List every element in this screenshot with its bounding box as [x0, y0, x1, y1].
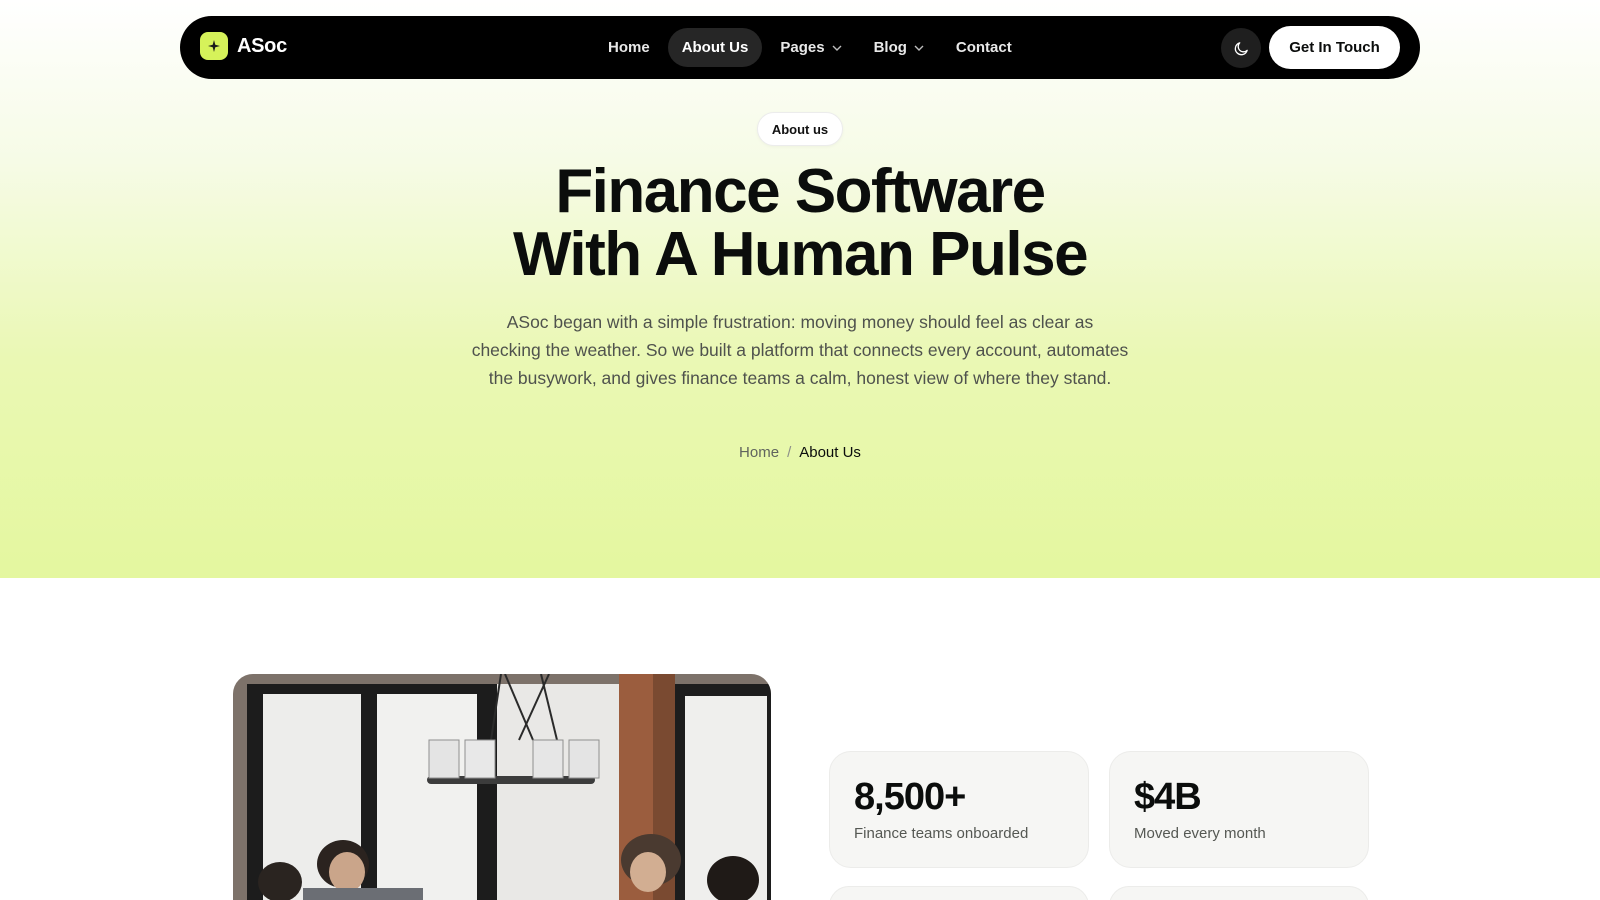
logo-icon [200, 32, 228, 60]
page-title-line: With A Human Pulse [512, 220, 1089, 289]
top-navbar: ASoc Home About Us Pages Blog Contact Ge… [180, 16, 1420, 79]
breadcrumb-current: About Us [799, 444, 861, 461]
page-title: Finance Software With A Human Pulse [0, 160, 1600, 286]
theme-toggle-button[interactable] [1221, 28, 1261, 68]
stat-card: 8,500+ Finance teams onboarded [829, 751, 1089, 868]
nav-item-label: About Us [681, 39, 749, 56]
nav-item-blog[interactable]: Blog [860, 28, 938, 67]
nav-item-label: Contact [955, 39, 1012, 56]
nav-item-pages[interactable]: Pages [766, 28, 855, 67]
nav-item-contact[interactable]: Contact [942, 28, 1026, 67]
breadcrumb-separator: / [787, 444, 792, 461]
nav-menu: Home About Us Pages Blog Contact [594, 28, 1030, 67]
nav-item-label: Pages [780, 39, 825, 56]
intro-paragraph: ASoc began with a simple frustration: mo… [471, 312, 1129, 388]
nav-item-label: Blog [873, 39, 907, 56]
brand-name: ASoc [237, 34, 287, 57]
breadcrumb: Home / About Us [0, 444, 1600, 461]
stat-value: $4B [1134, 776, 1202, 818]
team-photo [233, 674, 771, 900]
stat-label: Moved every month [1134, 825, 1266, 842]
nav-item-label: Home [608, 39, 650, 56]
stat-card-partial [1109, 886, 1369, 900]
stat-label: Finance teams onboarded [854, 825, 1029, 842]
get-in-touch-button[interactable]: Get In Touch [1269, 26, 1400, 69]
nav-item-about-us[interactable]: About Us [667, 28, 763, 67]
chevron-down-icon [914, 45, 924, 51]
section-badge: About us [757, 112, 843, 146]
hero-section [0, 0, 1600, 578]
brand-logo[interactable]: ASoc [200, 32, 287, 60]
breadcrumb-home-link[interactable]: Home [739, 444, 779, 461]
page-title-line: Finance Software [555, 157, 1046, 226]
chevron-down-icon [832, 45, 842, 51]
stat-value: 8,500+ [854, 776, 966, 818]
nav-item-home[interactable]: Home [594, 28, 664, 67]
moon-icon [1234, 41, 1248, 55]
stat-card-partial [829, 886, 1089, 900]
stat-card: $4B Moved every month [1109, 751, 1369, 868]
